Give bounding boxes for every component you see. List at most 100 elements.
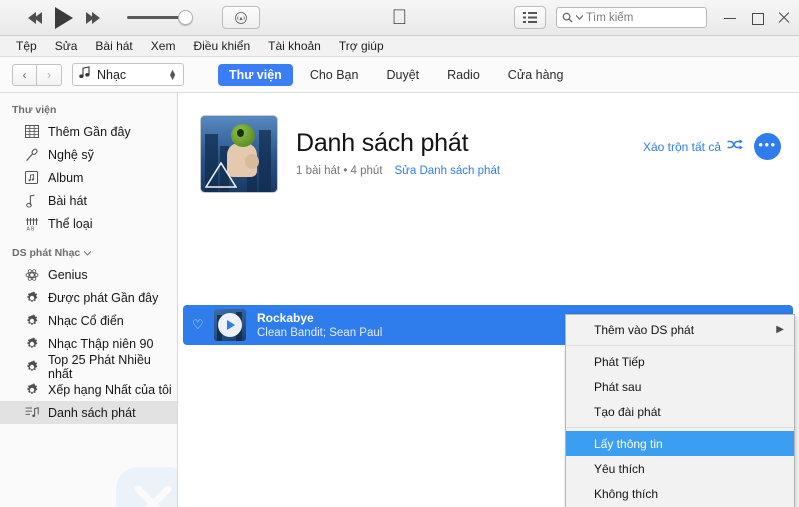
airplay-icon[interactable] [222,6,260,29]
playlist-meta: Danh sách phát 1 bài hát • 4 phút Sửa Da… [296,115,500,193]
rewind-icon[interactable] [28,11,42,24]
music-note-icon [24,193,39,208]
itunes-window:  Tìm kiếm [0,0,799,507]
page-title: Danh sách phát [296,129,469,157]
tab-radio[interactable]: Radio [436,64,491,86]
shuffle-icon [727,138,743,155]
main-tabs: Thư viện Cho Bạn Duyệt Radio Cửa hàng [218,63,575,86]
context-menu-item-label: Thêm vào DS phát [594,322,695,337]
sidebar-item-label: Xếp hạng Nhất của tôi [48,382,172,397]
sidebar-item-danh-sach-phat[interactable]: Danh sách phát [0,401,177,424]
list-view-icon[interactable] [514,6,546,29]
context-menu-item-play-later[interactable]: Phát sau [566,374,794,399]
music-note-icon [79,65,91,84]
sidebar-header-playlists-label: DS phát Nhạc [12,247,81,259]
watermark-logo [110,461,177,507]
context-menu-item-label: Lấy thông tin [594,436,663,451]
sidebar-item-songs[interactable]: Bài hát [0,189,177,212]
context-menu-item-label: Tạo đài phát [594,404,661,419]
context-menu-item-play-next[interactable]: Phát Tiếp [566,349,794,374]
tab-thu-vien[interactable]: Thư viện [218,63,293,86]
shuffle-all-button[interactable]: Xáo trộn tất cả [642,138,743,155]
track-title: Rockabye [257,311,314,325]
playlist-more-button[interactable]: ••• [754,133,781,160]
apple-logo:  [392,7,408,28]
sidebar-item-recently-played[interactable]: Được phát Gần đây [0,286,177,309]
sidebar-item-label: Nghệ sỹ [48,147,94,162]
sidebar-item-label: Top 25 Phát Nhiều nhất [48,352,151,381]
menu-item-tro-giup[interactable]: Trợ giúp [331,37,392,55]
tab-duyet[interactable]: Duyệt [375,64,430,86]
gear-icon [24,290,39,305]
shuffle-all-label: Xáo trộn tất cả [642,139,721,154]
context-menu-item-get-info[interactable]: Lấy thông tin [566,431,794,456]
chevron-right-icon: ▶ [776,324,784,335]
tab-cua-hang[interactable]: Cửa hàng [497,64,575,86]
gear-icon [24,313,39,328]
sidebar-item-classical[interactable]: Nhạc Cổ điển [0,309,177,332]
search-placeholder: Tìm kiếm [586,11,634,24]
album-icon [24,170,39,185]
sidebar-item-label: Genius [48,267,88,282]
play-icon[interactable] [55,6,73,29]
context-menu-item-label: Không thích [594,486,659,501]
sidebar-item-artists[interactable]: Nghệ sỹ [0,143,177,166]
close-icon[interactable] [778,11,791,24]
menu-item-tai-khoan[interactable]: Tài khoản [260,37,329,55]
library-selector[interactable]: Nhạc ▲ ▼ [72,63,184,86]
sidebar-item-my-top-rated[interactable]: Xếp hạng Nhất của tôi [0,378,177,401]
microphone-icon [24,147,39,162]
heart-icon[interactable]: ♡ [192,317,210,333]
menu-item-xem[interactable]: Xem [143,37,184,55]
svg-text:A: A [26,226,30,231]
track-artist: Clean Bandit; Sean Paul [257,327,383,339]
window-controls [724,0,791,35]
gear-icon [24,382,39,397]
menu-separator [567,427,793,428]
minimize-icon[interactable] [724,11,737,24]
forward-button[interactable]: › [37,63,62,86]
context-menu-item-dislike[interactable]: Không thích [566,481,794,506]
maximize-icon[interactable] [751,11,764,25]
menu-item-bai-hat[interactable]: Bài hát [87,37,140,55]
sidebar-item-top-25[interactable]: Top 25 Phát Nhiều nhất [0,352,177,381]
sidebar-item-label: Album [48,170,84,185]
menu-item-dieu-khien[interactable]: Điều khiển [185,37,258,55]
sidebar-item-albums[interactable]: Album [0,166,177,189]
sidebar-header-playlists[interactable]: DS phát Nhạc [0,245,177,263]
context-menu-item-label: Yêu thích [594,461,645,476]
sidebar-item-genius[interactable]: Genius [0,263,177,286]
back-button[interactable]: ‹ [12,63,37,86]
context-menu-item-add-to-playlist[interactable]: Thêm vào DS phát ▶ [566,317,794,342]
context-menu-item-label: Phát Tiếp [594,354,645,369]
chevron-down-icon [576,15,583,20]
context-menu: Thêm vào DS phát ▶ Phát Tiếp Phát sau Tạ… [565,314,795,507]
sidebar-item-label: Được phát Gần đây [48,290,159,305]
fast-forward-icon[interactable] [86,11,100,24]
playlist-actions: Xáo trộn tất cả ••• [643,133,781,160]
sidebar-item-label: Danh sách phát [48,405,136,420]
play-icon[interactable] [218,313,242,337]
sidebar-item-genres[interactable]: A B Thể loại [0,212,177,235]
sidebar-item-label: Nhạc Cổ điển [48,313,124,328]
menu-bar: Tệp Sửa Bài hát Xem Điều khiển Tài khoản… [0,36,799,57]
edit-playlist-link[interactable]: Sửa Danh sách phát [395,165,501,177]
nav-arrows: ‹ › [12,63,62,86]
volume-slider[interactable] [127,10,193,25]
main-panel: Danh sách phát 1 bài hát • 4 phút Sửa Da… [178,93,799,507]
tab-cho-ban[interactable]: Cho Bạn [299,64,370,86]
sidebar-item-label: Nhạc Thập niên 90 [48,336,154,351]
genre-icon: A B [24,216,39,231]
sidebar-item-recently-added[interactable]: Thêm Gần đây [0,120,177,143]
menu-separator [567,345,793,346]
search-input[interactable]: Tìm kiếm [556,7,707,28]
context-menu-item-love[interactable]: Yêu thích [566,456,794,481]
svg-text:B: B [31,226,35,231]
context-menu-item-create-station[interactable]: Tạo đài phát [566,399,794,424]
navigation-bar: ‹ › Nhạc ▲ ▼ Thư viện Cho Bạn Duyệt Radio… [0,57,799,93]
sidebar-header-library: Thư viện [12,104,57,116]
sidebar: Thư viện Thêm Gần đây Nghệ sỹ Album Bài … [0,93,178,507]
menu-item-sua[interactable]: Sửa [47,37,86,55]
menu-item-tep[interactable]: Tệp [8,37,45,55]
context-menu-item-label: Phát sau [594,379,642,394]
